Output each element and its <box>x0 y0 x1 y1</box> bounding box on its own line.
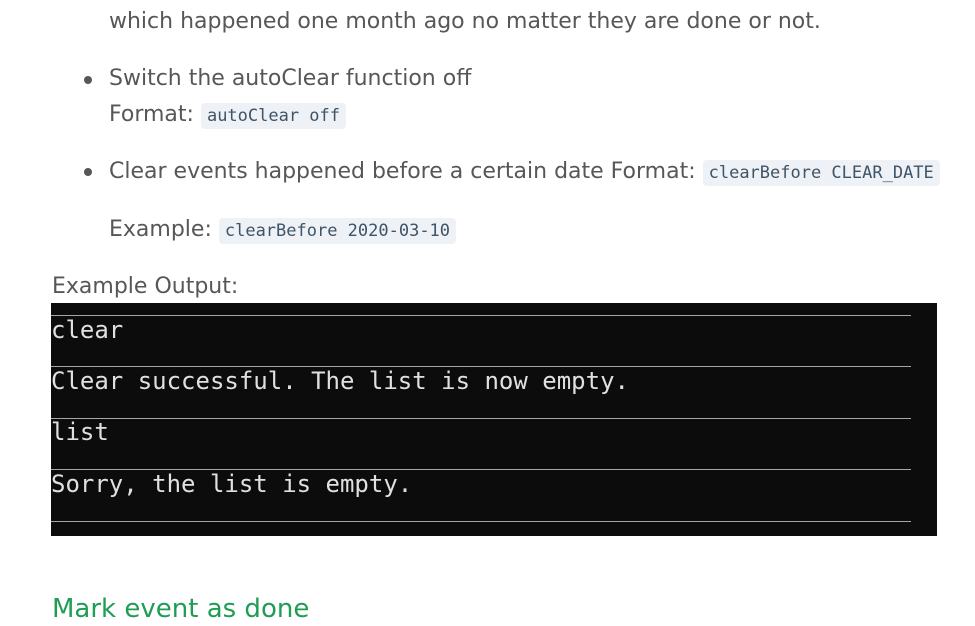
console-line: list <box>51 418 109 446</box>
console-line: Clear successful. The list is now empty. <box>51 367 629 395</box>
format-line: Format: autoClear off <box>109 100 347 131</box>
bullet-icon <box>84 76 92 84</box>
example-label: Example: <box>109 217 212 242</box>
list-item-label: Clear events happened before a certain d… <box>109 159 696 184</box>
console-output: clear Clear successful. The list is now … <box>51 303 937 536</box>
console-line: Sorry, the list is empty. <box>51 470 413 498</box>
list-item-text: Clear events happened before a certain d… <box>109 157 940 188</box>
divider <box>51 521 911 522</box>
bullet-icon <box>84 168 92 176</box>
paragraph-text: which happened one month ago no matter t… <box>109 9 821 34</box>
console-line: clear <box>51 316 124 344</box>
example-line: Example: clearBefore 2020-03-10 <box>109 215 457 246</box>
example-output-label: Example Output: <box>52 274 239 299</box>
list-item-text: Switch the autoClear function off <box>109 66 472 91</box>
inline-code: clearBefore 2020-03-10 <box>218 218 457 244</box>
section-heading: Mark event as done <box>52 594 310 624</box>
divider <box>51 418 911 419</box>
divider <box>51 315 911 316</box>
inline-code: autoClear off <box>200 103 347 129</box>
inline-code: clearBefore CLEAR_DATE <box>702 160 940 186</box>
format-label: Format: <box>109 102 194 127</box>
